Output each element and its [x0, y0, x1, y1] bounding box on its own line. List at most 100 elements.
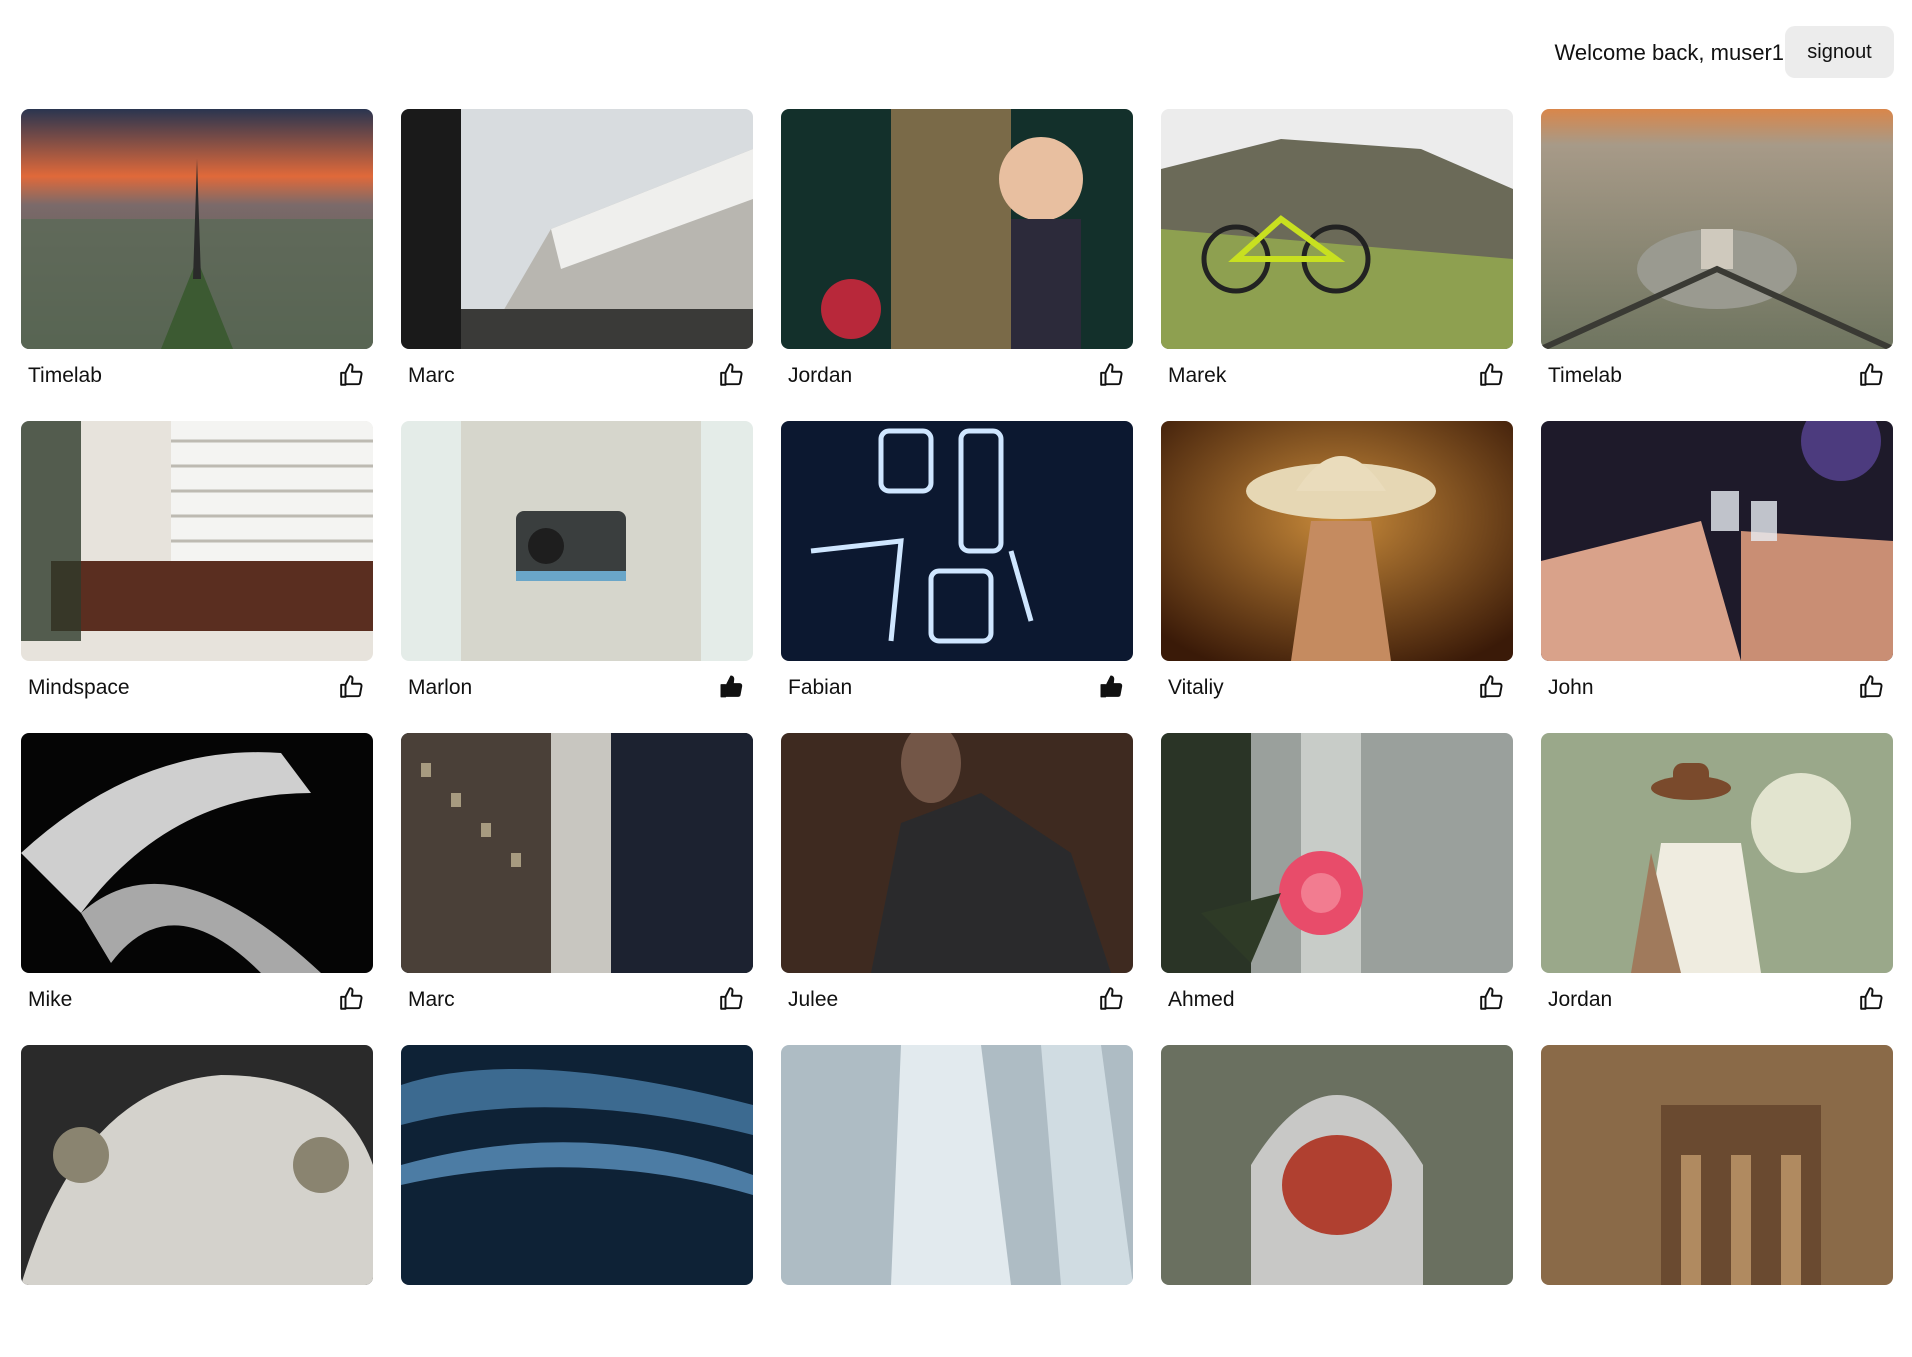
- photo-card: Fabian: [781, 421, 1133, 733]
- author-name: Jordan: [1548, 988, 1613, 1011]
- photo-card: Mike: [21, 733, 373, 1045]
- photo-caption: Marc: [401, 985, 753, 1015]
- author-name: Mike: [28, 988, 73, 1011]
- photo-image[interactable]: [21, 1045, 373, 1285]
- like-button[interactable]: [1477, 985, 1507, 1015]
- photo-image[interactable]: [1161, 421, 1513, 661]
- thumbs-up-filled-icon: [1100, 675, 1123, 697]
- thumbs-up-icon: [1860, 362, 1883, 386]
- photo-image[interactable]: [401, 421, 753, 661]
- photo-card: Marlon: [401, 421, 753, 733]
- like-button[interactable]: [717, 985, 747, 1015]
- photo-caption: Vitaliy: [1161, 673, 1513, 703]
- photo-caption: Jordan: [1541, 985, 1893, 1015]
- like-button[interactable]: [337, 673, 367, 703]
- photo-card: [1161, 1045, 1513, 1357]
- like-button[interactable]: [1477, 673, 1507, 703]
- author-name: Jordan: [788, 364, 853, 387]
- author-name: Marc: [408, 364, 455, 387]
- author-name: John: [1548, 676, 1594, 699]
- thumbs-up-icon: [340, 986, 363, 1010]
- thumbs-up-filled-icon: [720, 675, 743, 697]
- author-name: Timelab: [1548, 364, 1622, 387]
- photo-image[interactable]: [781, 1045, 1133, 1285]
- like-button[interactable]: [337, 361, 367, 391]
- photo-image[interactable]: [781, 109, 1133, 349]
- photo-card: Mindspace: [21, 421, 373, 733]
- top-bar: Welcome back, muser1 signout: [0, 0, 1912, 100]
- author-name: Timelab: [28, 364, 102, 387]
- photo-image[interactable]: [401, 1045, 753, 1285]
- like-button[interactable]: [717, 673, 747, 703]
- thumbs-up-icon: [1100, 362, 1123, 386]
- thumbs-up-icon: [1860, 986, 1883, 1010]
- author-name: Marc: [408, 988, 455, 1011]
- photo-card: Marc: [401, 733, 753, 1045]
- photo-card: Marc: [401, 109, 753, 421]
- author-name: Julee: [788, 988, 839, 1011]
- photo-grid: Timelab Marc Jordan Marek Timelab Mindsp…: [21, 109, 1893, 1357]
- photo-image[interactable]: [1161, 1045, 1513, 1285]
- photo-caption: Julee: [781, 985, 1133, 1015]
- thumbs-up-icon: [1480, 674, 1503, 698]
- photo-caption: Marek: [1161, 361, 1513, 391]
- thumbs-up-icon: [720, 362, 743, 386]
- photo-image[interactable]: [781, 733, 1133, 973]
- photo-card: Jordan: [781, 109, 1133, 421]
- author-name: Marlon: [408, 676, 473, 699]
- photo-caption: Mindspace: [21, 673, 373, 703]
- photo-card: Jordan: [1541, 733, 1893, 1045]
- thumbs-up-icon: [340, 362, 363, 386]
- photo-card: [1541, 1045, 1893, 1357]
- like-button[interactable]: [1857, 361, 1887, 391]
- thumbs-up-icon: [1480, 362, 1503, 386]
- photo-card: [401, 1045, 753, 1357]
- thumbs-up-icon: [1100, 986, 1123, 1010]
- photo-image[interactable]: [781, 421, 1133, 661]
- photo-card: Julee: [781, 733, 1133, 1045]
- author-name: Mindspace: [28, 676, 130, 699]
- photo-image[interactable]: [1541, 109, 1893, 349]
- like-button[interactable]: [1097, 673, 1127, 703]
- photo-caption: Jordan: [781, 361, 1133, 391]
- author-name: Vitaliy: [1168, 676, 1224, 699]
- photo-image[interactable]: [1541, 421, 1893, 661]
- like-button[interactable]: [1857, 985, 1887, 1015]
- thumbs-up-icon: [340, 674, 363, 698]
- photo-card: John: [1541, 421, 1893, 733]
- photo-image[interactable]: [1541, 1045, 1893, 1285]
- like-button[interactable]: [1857, 673, 1887, 703]
- photo-image[interactable]: [21, 109, 373, 349]
- photo-image[interactable]: [21, 733, 373, 973]
- photo-card: [781, 1045, 1133, 1357]
- photo-caption: Ahmed: [1161, 985, 1513, 1015]
- photo-caption: Fabian: [781, 673, 1133, 703]
- signout-button[interactable]: signout: [1785, 26, 1894, 78]
- photo-card: Ahmed: [1161, 733, 1513, 1045]
- photo-image[interactable]: [21, 421, 373, 661]
- photo-caption: Marc: [401, 361, 753, 391]
- photo-caption: Marlon: [401, 673, 753, 703]
- photo-image[interactable]: [1161, 733, 1513, 973]
- photo-image[interactable]: [1541, 733, 1893, 973]
- photo-image[interactable]: [401, 733, 753, 973]
- photo-caption: Mike: [21, 985, 373, 1015]
- like-button[interactable]: [717, 361, 747, 391]
- photo-card: Timelab: [1541, 109, 1893, 421]
- thumbs-up-icon: [1860, 674, 1883, 698]
- photo-caption: John: [1541, 673, 1893, 703]
- author-name: Marek: [1168, 364, 1227, 387]
- author-name: Ahmed: [1168, 988, 1235, 1011]
- photo-card: Vitaliy: [1161, 421, 1513, 733]
- welcome-message: Welcome back, muser1: [1554, 40, 1784, 65]
- photo-caption: Timelab: [21, 361, 373, 391]
- like-button[interactable]: [337, 985, 367, 1015]
- photo-image[interactable]: [401, 109, 753, 349]
- author-name: Fabian: [788, 676, 853, 699]
- like-button[interactable]: [1097, 985, 1127, 1015]
- thumbs-up-icon: [1480, 986, 1503, 1010]
- like-button[interactable]: [1097, 361, 1127, 391]
- photo-image[interactable]: [1161, 109, 1513, 349]
- like-button[interactable]: [1477, 361, 1507, 391]
- thumbs-up-icon: [720, 986, 743, 1010]
